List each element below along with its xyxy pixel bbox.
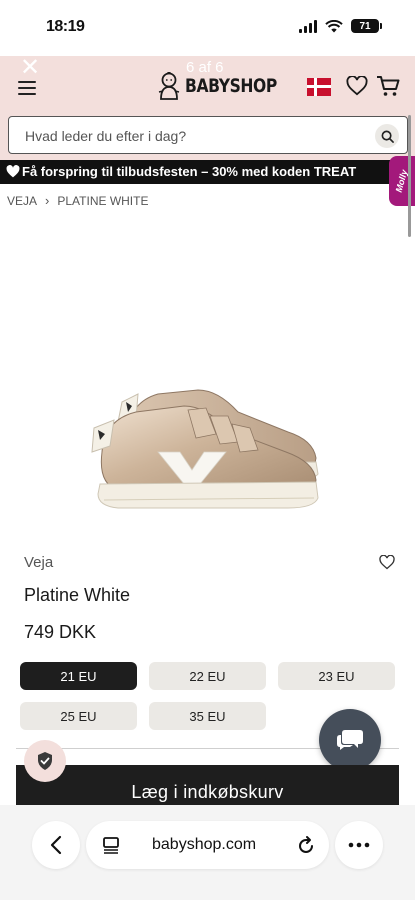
status-icons: 71: [299, 19, 382, 33]
breadcrumb-product[interactable]: PLATINE WHITE: [57, 194, 148, 208]
size-option-21[interactable]: 21 EU: [20, 662, 137, 690]
heart-icon-promo: [6, 165, 20, 178]
battery-icon: 71: [351, 19, 382, 33]
size-option-23[interactable]: 23 EU: [278, 662, 395, 690]
promo-banner[interactable]: Få forspring til tilbudsfesten – 30% med…: [0, 160, 415, 184]
trust-badge[interactable]: [24, 740, 66, 782]
cart-icon[interactable]: [376, 75, 400, 97]
size-option-22[interactable]: 22 EU: [149, 662, 266, 690]
molly-side-tab[interactable]: Molly: [389, 156, 415, 206]
status-time: 18:19: [46, 18, 85, 35]
size-option-25[interactable]: 25 EU: [20, 702, 137, 730]
browser-toolbar: babyshop.com: [0, 805, 415, 900]
close-icon[interactable]: ✕: [20, 56, 40, 80]
product-brand[interactable]: Veja: [24, 554, 53, 571]
chat-icon: [337, 730, 363, 750]
add-to-cart-button[interactable]: Læg i indkøbskurv: [16, 765, 399, 805]
chat-button[interactable]: [319, 709, 381, 771]
product-title: Platine White: [24, 585, 131, 605]
promo-text: Få forspring til tilbudsfesten – 30% med…: [22, 164, 357, 179]
babyshop-logo[interactable]: BABYSHOP: [158, 72, 297, 100]
breadcrumb: VEJA › PLATINE WHITE: [7, 193, 148, 208]
more-button[interactable]: [335, 821, 383, 869]
chevron-left-icon: [50, 835, 62, 855]
site-header: ✕ 6 af 6 BABYSHOP: [0, 56, 415, 114]
product-price: 749 DKK: [24, 622, 97, 642]
chevron-right-icon: ›: [45, 193, 50, 208]
search-area: Hvad leder du efter i dag?: [0, 114, 415, 162]
search-placeholder: Hvad leder du efter i dag?: [25, 128, 187, 144]
shield-check-icon: [38, 752, 52, 770]
status-bar: 18:19 71: [0, 0, 415, 56]
tabs-icon[interactable]: [102, 836, 120, 854]
search-button[interactable]: [375, 124, 399, 148]
back-button[interactable]: [32, 821, 80, 869]
menu-icon[interactable]: [18, 81, 36, 95]
baby-logo-icon: [158, 72, 180, 100]
search-input[interactable]: Hvad leder du efter i dag?: [8, 116, 408, 154]
size-option-35[interactable]: 35 EU: [149, 702, 266, 730]
scrollbar[interactable]: [408, 115, 411, 237]
reload-icon[interactable]: [297, 835, 315, 855]
wishlist-heart-icon[interactable]: [379, 555, 395, 570]
breadcrumb-brand[interactable]: VEJA: [7, 194, 37, 208]
wifi-icon: [325, 19, 343, 32]
signal-icon: [299, 19, 317, 33]
heart-icon[interactable]: [346, 76, 368, 96]
product-image[interactable]: [88, 372, 328, 522]
url-text: babyshop.com: [152, 836, 257, 853]
search-icon: [381, 130, 394, 143]
address-bar[interactable]: babyshop.com: [86, 821, 329, 869]
more-dots-icon: [348, 842, 370, 848]
logo-text: BABYSHOP: [185, 75, 277, 97]
denmark-flag-icon[interactable]: [307, 78, 331, 96]
